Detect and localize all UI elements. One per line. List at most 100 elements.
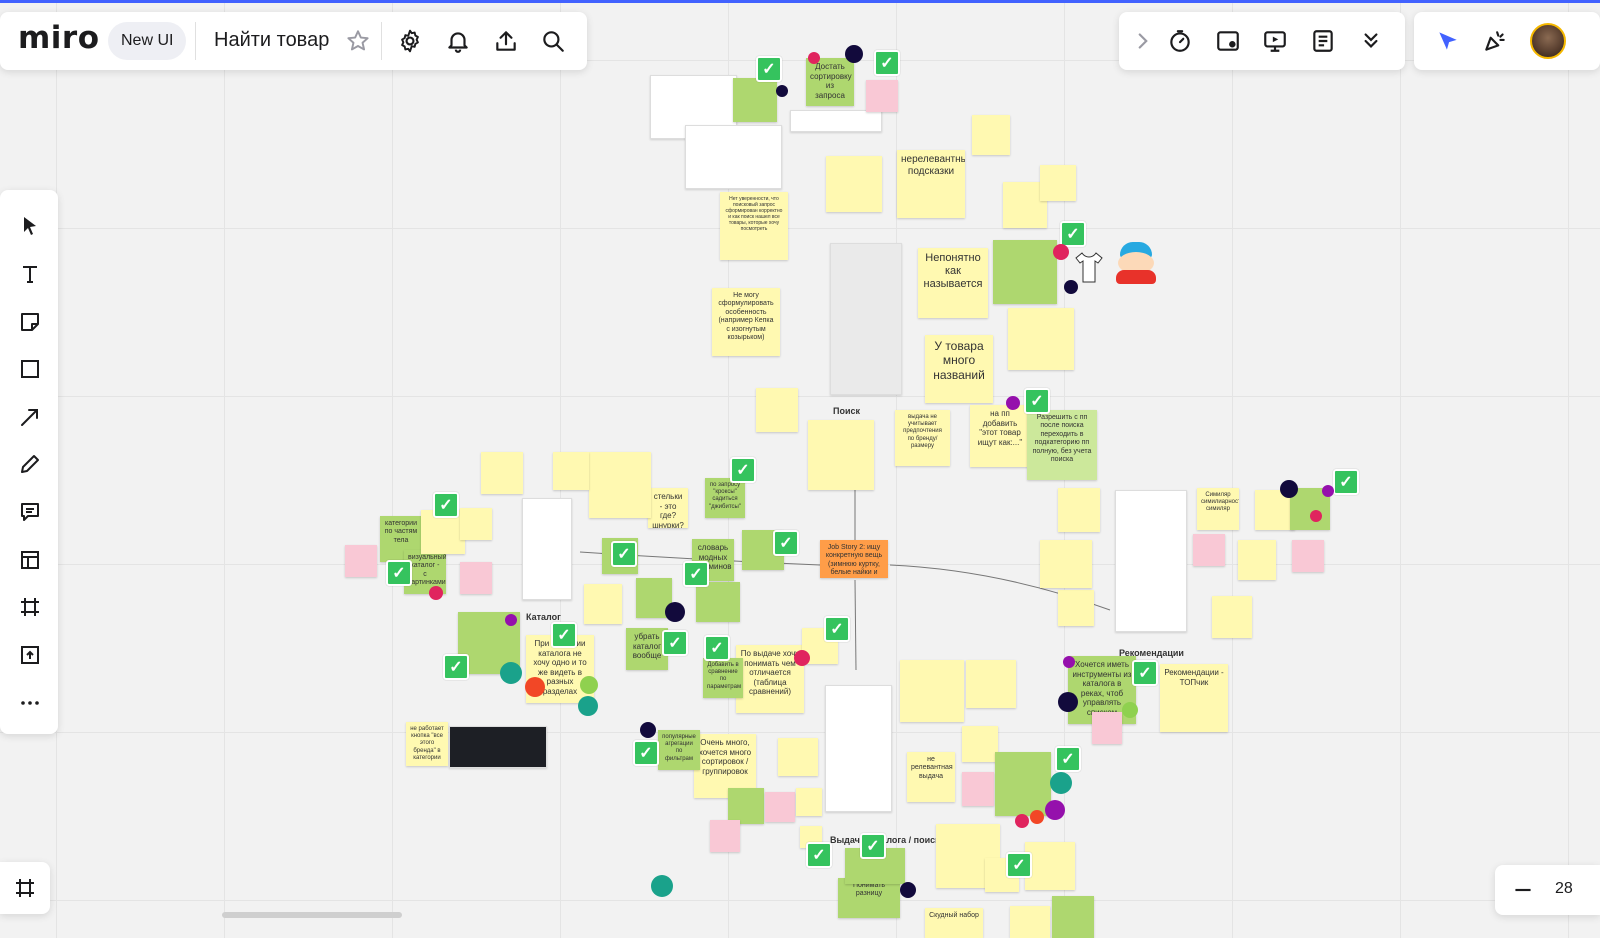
sticky-note[interactable]	[808, 420, 874, 490]
screenshot-keyboard[interactable]	[830, 243, 902, 395]
sticky-note[interactable]	[1040, 165, 1076, 201]
sticky-note[interactable]	[1058, 488, 1100, 532]
sticky-note[interactable]	[962, 726, 998, 762]
sticky-note-icon[interactable]	[14, 306, 46, 338]
sticky-note[interactable]: выдача не учитывает предпочтения по брен…	[895, 410, 950, 466]
sticky-note[interactable]: Нет уверенности, что поисковый запрос сф…	[720, 192, 788, 260]
sticky-note[interactable]	[553, 452, 589, 490]
sticky-note[interactable]: Рекомендации - ТОПчик	[1160, 664, 1228, 732]
timer-icon[interactable]	[1162, 23, 1198, 59]
sticky-note[interactable]	[778, 738, 818, 776]
screenshot-catalog[interactable]	[522, 498, 572, 600]
sticky-note[interactable]	[1092, 712, 1122, 744]
sticky-note[interactable]: стельки - это где? шнурки?	[648, 488, 688, 528]
screenshot-recommendations[interactable]	[1115, 490, 1187, 632]
star-icon[interactable]	[340, 23, 376, 59]
select-icon[interactable]	[14, 210, 46, 242]
chevron-right-icon[interactable]	[1125, 23, 1161, 59]
sticky-note[interactable]	[972, 115, 1010, 155]
new-ui-badge[interactable]: New UI	[108, 22, 187, 60]
sticky-note[interactable]: не релевантная выдача	[907, 752, 955, 802]
sticky-note[interactable]: Понимать разницу	[838, 878, 900, 918]
sticky-note[interactable]: Добавить в сравнение по параметрам	[703, 658, 743, 698]
sticky-note[interactable]: Разрешить с пп после поиска переходить в…	[1027, 410, 1097, 480]
sticky-note[interactable]: Симиляр симилиарность симиляр	[1197, 488, 1239, 530]
sticky-note[interactable]	[962, 772, 994, 806]
sticky-note[interactable]	[765, 792, 795, 822]
sticky-note[interactable]	[733, 78, 777, 122]
present-icon[interactable]	[1257, 23, 1293, 59]
sticky-note[interactable]	[589, 452, 651, 518]
upload-icon[interactable]	[14, 639, 46, 671]
text-icon[interactable]	[14, 258, 46, 290]
sticky-note[interactable]	[728, 788, 764, 824]
sticky-note[interactable]: Не могу сформулировать особенность (напр…	[712, 288, 780, 356]
shirt-sketch-icon[interactable]	[1074, 250, 1104, 284]
sticky-note[interactable]	[1040, 540, 1092, 588]
sticky-note[interactable]: по запросу "кроксы" садиться "джибитсы"	[705, 478, 745, 518]
sticky-note[interactable]	[900, 660, 964, 722]
sticky-note[interactable]	[710, 820, 740, 852]
sticky-note[interactable]	[345, 545, 377, 577]
sticky-note[interactable]	[993, 240, 1057, 304]
cursor-flag-icon[interactable]	[1430, 23, 1466, 59]
sticky-note[interactable]	[1058, 590, 1094, 626]
miro-logo[interactable]: miro	[18, 20, 100, 56]
screenshot-search-query[interactable]	[790, 110, 882, 132]
sticky-note[interactable]	[460, 562, 492, 594]
sticky-note[interactable]	[796, 788, 822, 816]
template-icon[interactable]	[14, 544, 46, 576]
arrow-icon[interactable]	[14, 401, 46, 433]
sticky-note[interactable]	[756, 388, 798, 432]
settings-icon[interactable]	[392, 23, 428, 59]
pen-icon[interactable]	[14, 448, 46, 480]
sticky-note[interactable]	[460, 508, 492, 540]
sticky-note[interactable]: популярные агрегации по фильтрам	[658, 730, 700, 770]
sticky-note[interactable]: нерелевантные подсказки	[897, 150, 965, 218]
frame-icon[interactable]	[14, 591, 46, 623]
card-icon[interactable]	[1210, 23, 1246, 59]
sticky-note[interactable]	[1008, 308, 1074, 370]
frames-icon[interactable]	[9, 872, 41, 904]
sticky-note[interactable]: Скудный набор	[925, 908, 983, 938]
comment-icon[interactable]	[14, 496, 46, 528]
user-avatar[interactable]	[1530, 23, 1566, 59]
sticky-note[interactable]	[995, 752, 1051, 816]
sticky-note[interactable]	[866, 80, 898, 112]
sticky-note[interactable]	[1238, 540, 1276, 580]
bell-icon[interactable]	[440, 23, 476, 59]
sticky-note[interactable]	[1025, 842, 1075, 890]
sticky-note[interactable]: не работает кнопка "все этого бренда" в …	[406, 722, 448, 766]
sticky-note[interactable]: Непонятно как называется	[918, 248, 988, 318]
celebrate-icon[interactable]	[1477, 23, 1513, 59]
sticky-note[interactable]	[1212, 596, 1252, 638]
shape-icon[interactable]	[14, 353, 46, 385]
sticky-note[interactable]	[966, 660, 1016, 708]
screenshot-product-list[interactable]	[685, 125, 782, 189]
sticky-note[interactable]	[1292, 540, 1324, 572]
search-icon[interactable]	[535, 23, 571, 59]
frames-panel-button[interactable]	[0, 862, 50, 914]
notes-icon[interactable]	[1305, 23, 1341, 59]
more-icon[interactable]	[14, 687, 46, 719]
sticky-note[interactable]: У товара много названий	[925, 335, 993, 403]
horizontal-scrollbar[interactable]	[222, 912, 402, 918]
sticky-note[interactable]	[1193, 534, 1225, 566]
screenshot-dark-text[interactable]	[449, 726, 547, 768]
zoom-level[interactable]: 28	[1555, 880, 1573, 898]
screenshot-results[interactable]	[825, 685, 892, 812]
sticky-note[interactable]	[481, 452, 523, 494]
sticky-note[interactable]: на пп добавить "этот товар ищут как:..."	[970, 405, 1030, 467]
sticky-note[interactable]: Достать сортировку из запроса	[806, 58, 854, 106]
sticky-note[interactable]: Job Story 2: ищу конкретную вещь (зимнюю…	[820, 540, 888, 578]
zoom-out-icon[interactable]	[1505, 872, 1541, 908]
sticky-note[interactable]	[696, 582, 740, 622]
cartman-illustration[interactable]	[1114, 240, 1158, 284]
sticky-note[interactable]	[584, 584, 622, 624]
sticky-note[interactable]	[1010, 906, 1050, 938]
sticky-note[interactable]	[826, 156, 882, 212]
chevron-double-down-icon[interactable]	[1353, 23, 1389, 59]
board-title[interactable]: Найти товар	[214, 29, 329, 52]
upload-icon[interactable]	[488, 23, 524, 59]
sticky-note[interactable]	[1052, 896, 1094, 938]
